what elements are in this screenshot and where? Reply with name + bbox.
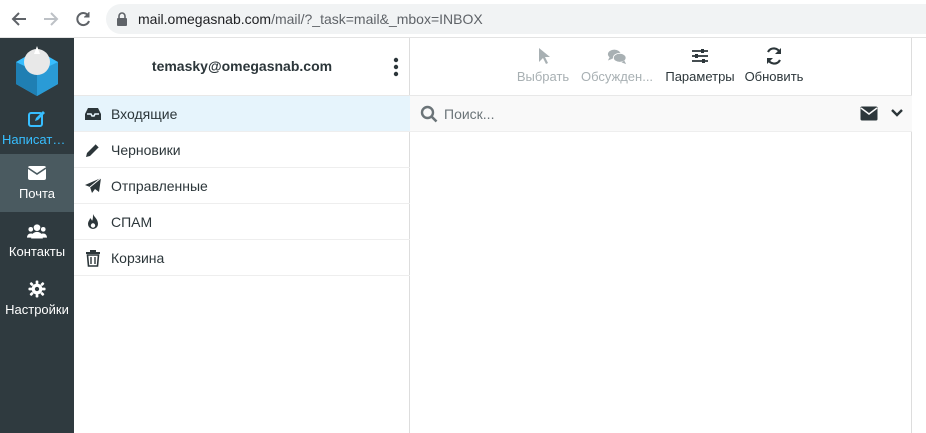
refresh-label: Обновить	[744, 69, 804, 84]
contacts-label: Контакты	[8, 244, 66, 259]
select-label: Выбрать	[516, 69, 570, 84]
forward-arrow-icon[interactable]	[41, 9, 61, 29]
folder-label: Отправленные	[111, 178, 208, 194]
refresh-icon	[766, 47, 782, 65]
compose-icon	[28, 111, 45, 127]
options-label: Параметры	[665, 69, 735, 84]
folder-drafts[interactable]: Черновики	[74, 132, 410, 168]
envelope-filter-icon[interactable]	[860, 106, 878, 121]
options-button[interactable]: Параметры	[664, 44, 736, 90]
compose-button[interactable]: Написать сообщение	[0, 100, 74, 158]
refresh-button[interactable]: Обновить	[744, 44, 804, 90]
roundcube-logo	[16, 46, 58, 96]
paper-plane-icon	[85, 177, 102, 193]
app-sidebar: Написать сообщение Почта Контакты	[0, 38, 74, 433]
folder-sent[interactable]: Отправленные	[74, 168, 410, 204]
reload-icon[interactable]	[73, 9, 93, 29]
mail-label: Почта	[18, 186, 56, 201]
nav-item-contacts[interactable]: Контакты	[0, 212, 74, 270]
fire-icon	[88, 214, 98, 229]
address-bar[interactable]: mail.omegasnab.com/mail/?_task=mail&_mbo…	[106, 4, 926, 34]
more-menu-icon[interactable]	[392, 57, 400, 77]
threads-label: Обсужден...	[580, 69, 654, 84]
back-arrow-icon[interactable]	[9, 9, 29, 29]
folder-list: Входящие Черновики Отправленные СПАМ Кор…	[74, 96, 410, 276]
search-bar	[410, 96, 912, 132]
browser-toolbar: mail.omegasnab.com/mail/?_task=mail&_mbo…	[0, 0, 926, 38]
nav-item-mail[interactable]: Почта	[0, 154, 74, 212]
chevron-down-icon[interactable]	[891, 108, 903, 118]
select-button[interactable]: Выбрать	[514, 44, 572, 90]
folder-label: Корзина	[111, 250, 165, 266]
folder-spam[interactable]: СПАМ	[74, 204, 410, 240]
search-input[interactable]	[444, 102, 844, 126]
comments-icon	[607, 49, 627, 65]
folder-inbox[interactable]: Входящие	[74, 96, 410, 132]
trash-icon	[86, 250, 100, 267]
folder-label: Входящие	[111, 106, 178, 122]
contacts-icon	[27, 224, 47, 239]
cursor-icon	[539, 48, 550, 64]
compose-label: Написать сообщение	[2, 132, 74, 147]
nav-item-settings[interactable]: Настройки	[0, 270, 74, 328]
folder-panel: temasky@omegasnab.com Входящие Черновики	[74, 38, 410, 433]
settings-label: Настройки	[5, 302, 69, 317]
gear-icon	[28, 280, 46, 298]
pencil-icon	[86, 143, 100, 157]
sliders-icon	[692, 49, 708, 63]
url-host: mail.omegasnab.com	[138, 11, 272, 27]
url-path: /mail/?_task=mail&_mbox=INBOX	[271, 11, 483, 27]
threads-button[interactable]: Обсужден...	[580, 44, 654, 90]
account-email: temasky@omegasnab.com	[151, 58, 333, 74]
url-text: mail.omegasnab.com/mail/?_task=mail&_mbo…	[138, 11, 483, 27]
search-icon	[420, 105, 438, 123]
folder-trash[interactable]: Корзина	[74, 240, 410, 276]
envelope-icon	[27, 166, 47, 180]
folder-label: СПАМ	[111, 214, 153, 230]
right-panel-edge	[912, 38, 926, 433]
message-panel: Выбрать Обсужден... Параметры Обновить П…	[410, 38, 912, 433]
folder-label: Черновики	[111, 142, 181, 158]
folder-header: temasky@omegasnab.com	[74, 38, 410, 96]
inbox-icon	[85, 108, 101, 120]
message-toolbar: Выбрать Обсужден... Параметры Обновить	[410, 38, 912, 96]
lock-icon	[117, 12, 127, 26]
